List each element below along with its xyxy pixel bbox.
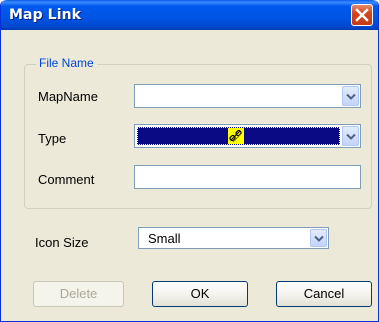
icon-size-dropdown-button[interactable] — [310, 229, 327, 247]
delete-button[interactable]: Delete — [33, 281, 124, 307]
ok-button[interactable]: OK — [152, 281, 248, 307]
file-name-group-label: File Name — [36, 56, 97, 70]
icon-size-label: Icon Size — [35, 235, 89, 250]
icon-size-combobox[interactable]: Small — [138, 227, 329, 249]
cancel-button[interactable]: Cancel — [276, 281, 372, 307]
mapname-label: MapName — [38, 89, 98, 104]
title-bar: Map Link — [1, 0, 378, 30]
type-label: Type — [38, 131, 67, 146]
window-title: Map Link — [9, 7, 82, 23]
mapname-dropdown-button[interactable] — [342, 86, 359, 106]
link-icon — [228, 128, 244, 144]
chevron-down-icon — [346, 93, 356, 100]
close-button[interactable] — [351, 4, 373, 26]
type-dropdown-button[interactable] — [342, 126, 359, 146]
comment-input[interactable] — [134, 165, 361, 189]
chevron-down-icon — [314, 235, 324, 242]
chevron-down-icon — [346, 133, 356, 140]
mapname-combobox[interactable] — [134, 84, 361, 108]
type-selected-item — [137, 127, 340, 145]
icon-size-value: Small — [148, 231, 181, 246]
comment-label: Comment — [38, 172, 95, 187]
close-icon — [355, 8, 369, 22]
map-link-dialog: Map Link File Name MapName Type Comment … — [0, 0, 379, 322]
type-combobox[interactable] — [134, 124, 361, 148]
